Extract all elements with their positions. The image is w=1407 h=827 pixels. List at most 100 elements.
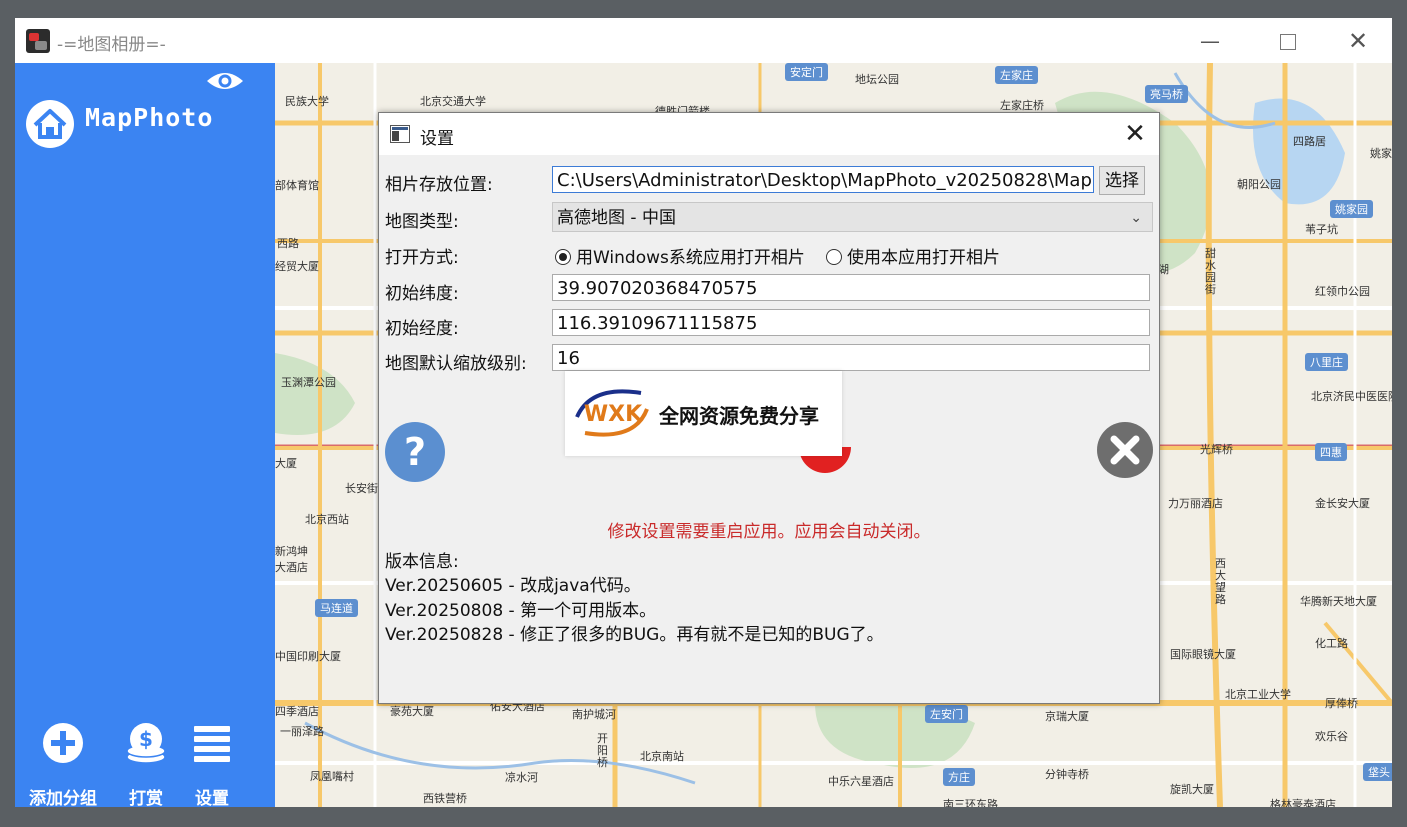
svg-text:$: $: [139, 727, 153, 751]
map-badge: 左家庄: [995, 66, 1038, 84]
map-label: 北京西站: [305, 513, 349, 526]
map-label: 地坛公园: [855, 73, 899, 86]
radio-unselected-icon: [826, 249, 842, 265]
map-label: 一丽泽路: [280, 725, 324, 738]
map-label: 国际眼镜大厦: [1170, 648, 1236, 661]
map-label: 四季酒店: [275, 705, 319, 718]
map-label: 京瑞大厦: [1045, 710, 1089, 723]
watermark-overlay: WXK 全网资源免费分享: [565, 371, 842, 456]
latitude-label: 初始纬度:: [385, 284, 459, 304]
settings-label: 设置: [195, 789, 229, 807]
open-with-app-label: 使用本应用打开相片: [847, 248, 1000, 268]
map-badge: 左安门: [925, 705, 968, 723]
map-label: 格林豪泰酒店: [1270, 798, 1336, 807]
photo-path-label: 相片存放位置:: [385, 175, 493, 195]
version-entry: Ver.20250828 - 修正了很多的BUG。再有就不是已知的BUG了。: [385, 625, 884, 645]
wxk-logo-icon: WXK: [575, 389, 649, 437]
map-label: 化工路: [1315, 637, 1348, 650]
map-label: 北京南站: [640, 750, 684, 763]
svg-text:?: ?: [404, 430, 426, 474]
map-label: 金长安大厦: [1315, 497, 1370, 510]
map-label: 凤凰嘴村: [310, 770, 354, 783]
svg-text:WXK: WXK: [584, 402, 643, 427]
map-label: 力万丽酒店: [1168, 497, 1223, 510]
map-label: 左家庄桥: [1000, 99, 1044, 112]
photo-path-input[interactable]: C:\Users\Administrator\Desktop\MapPhoto_…: [552, 166, 1094, 193]
map-type-value: 高德地图 - 中国: [557, 208, 676, 228]
map-label: 民族大学: [285, 95, 329, 108]
map-label: 南三环东路: [943, 798, 998, 807]
map-label: 苇子坑: [1305, 223, 1338, 236]
map-label: 华腾新天地大厦: [1300, 595, 1377, 608]
map-label: 西大望路: [1215, 557, 1226, 606]
cancel-icon[interactable]: [1096, 421, 1154, 479]
map-label: 红领巾公园: [1315, 285, 1370, 298]
choose-folder-button[interactable]: 选择: [1099, 166, 1145, 195]
map-label: 大厦: [275, 457, 297, 470]
map-label: 西铁营桥: [423, 792, 467, 805]
help-icon[interactable]: ?: [384, 421, 446, 483]
open-with-windows-radio[interactable]: 用Windows系统应用打开相片: [555, 243, 805, 268]
watermark-text: 全网资源免费分享: [659, 404, 819, 428]
close-window-button[interactable]: ✕: [1340, 26, 1376, 56]
maximize-icon: [1280, 34, 1296, 50]
map-label: 开阳桥: [597, 732, 608, 769]
map-label: 经贸大厦: [275, 260, 319, 273]
zoom-level-label: 地图默认缩放级别:: [385, 354, 527, 374]
app-logo-icon: [26, 29, 50, 53]
menu-bars-icon: [194, 726, 230, 762]
map-label: 长安街: [345, 482, 378, 495]
map-badge: 安定门: [785, 63, 828, 81]
add-group-button[interactable]: 添加分组: [23, 718, 103, 807]
map-label: 四路居: [1293, 135, 1326, 148]
map-badge: 姚家园: [1330, 200, 1373, 218]
map-label: 南护城河: [572, 708, 616, 721]
map-label: 分钟寺桥: [1045, 768, 1089, 781]
longitude-input[interactable]: 116.39109671115875: [552, 309, 1150, 336]
version-entry: Ver.20250605 - 改成java代码。: [385, 576, 641, 596]
map-label: 朝阳公园: [1237, 178, 1281, 191]
dialog-close-button[interactable]: ✕: [1119, 118, 1151, 150]
restart-warning: 修改设置需要重启应用。应用会自动关闭。: [607, 522, 931, 542]
map-badge: 垡头: [1363, 763, 1392, 781]
map-label: 北京济民中医医院: [1311, 390, 1392, 403]
maximize-button[interactable]: [1270, 26, 1306, 56]
open-with-windows-label: 用Windows系统应用打开相片: [576, 248, 805, 268]
map-badge: 亮马桥: [1145, 85, 1188, 103]
settings-button[interactable]: 设置: [172, 718, 252, 807]
map-label: 新鸿坤大酒店: [275, 545, 308, 574]
map-label: 中乐六星酒店: [828, 775, 894, 788]
dialog-title: 设置: [420, 129, 454, 149]
map-label: 豪苑大厦: [390, 705, 434, 718]
map-label: 欢乐谷: [1315, 730, 1348, 743]
map-badge: 四惠: [1315, 443, 1347, 461]
map-label: 厚俸桥: [1325, 697, 1358, 710]
map-type-select[interactable]: 高德地图 - 中国 ⌄: [552, 202, 1153, 232]
latitude-input[interactable]: 39.907020368470575: [552, 274, 1150, 301]
map-label: 旋凯大厦: [1170, 783, 1214, 796]
sidebar: MapPhoto 添加分组 $ 打赏 设置: [15, 63, 275, 807]
settings-window-icon: [390, 125, 410, 143]
map-label: 甜水园街: [1205, 247, 1216, 296]
home-icon: [26, 100, 74, 148]
open-with-app-radio[interactable]: 使用本应用打开相片: [826, 243, 1000, 268]
eye-icon[interactable]: [205, 69, 245, 93]
map-label: 北京交通大学: [420, 95, 486, 108]
map-label: 北京工业大学: [1225, 688, 1291, 701]
map-type-label: 地图类型:: [385, 212, 459, 232]
dialog-titlebar[interactable]: 设置 ✕: [379, 113, 1159, 155]
open-mode-label: 打开方式:: [385, 248, 459, 268]
minimize-button[interactable]: —: [1192, 26, 1228, 56]
map-label: 中国印刷大厦: [275, 650, 341, 663]
map-badge: 八里庄: [1305, 353, 1348, 371]
window-titlebar[interactable]: -=地图相册=- — ✕: [15, 18, 1392, 63]
map-label: 凉水河: [505, 771, 538, 784]
map-label: 部体育馆: [275, 179, 319, 192]
map-label: 玉渊潭公园: [281, 376, 336, 389]
map-label: 西路: [277, 237, 299, 250]
brand-name: MapPhoto: [85, 103, 214, 132]
plus-circle-icon: [43, 723, 83, 763]
zoom-level-input[interactable]: 16: [552, 344, 1150, 371]
chevron-down-icon: ⌄: [1130, 210, 1142, 226]
window-title: -=地图相册=-: [57, 35, 166, 55]
